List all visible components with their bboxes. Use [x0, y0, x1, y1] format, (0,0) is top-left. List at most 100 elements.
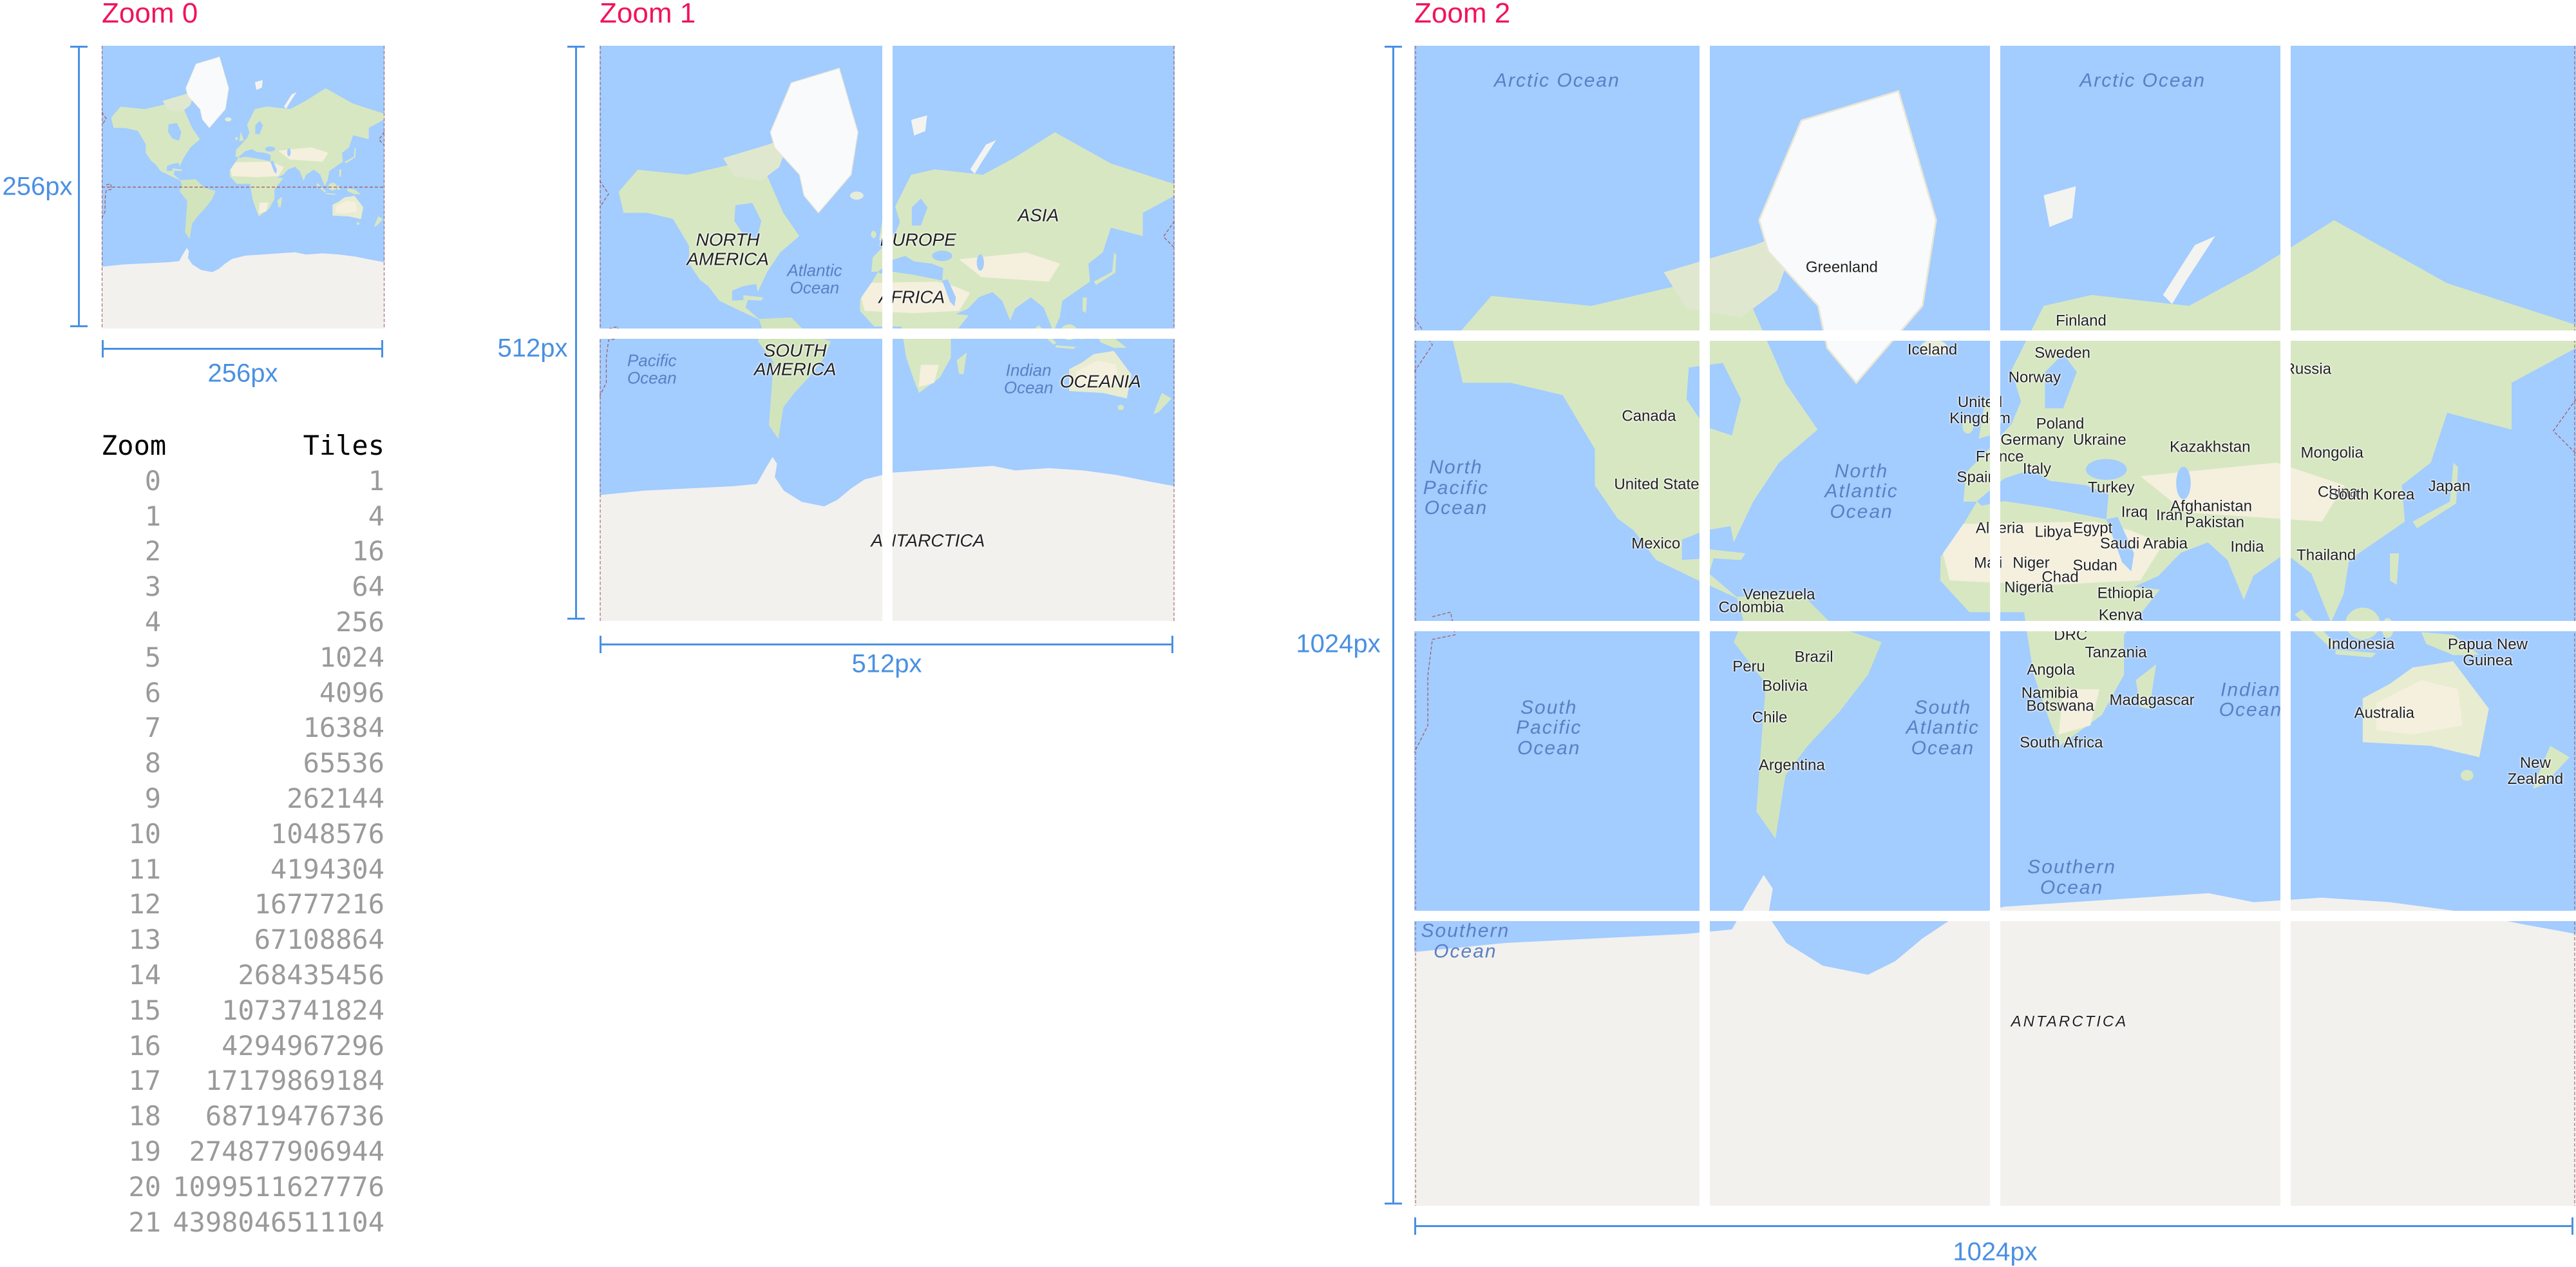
- country-label: United States: [1614, 475, 1707, 493]
- table-row: 2 16: [101, 533, 384, 569]
- tile-count-cell: 16384: [303, 712, 384, 744]
- country-label: Nigeria: [2004, 578, 2054, 596]
- height-dimension-label: 256px: [2, 172, 73, 201]
- table-row: 18 68719476736: [101, 1098, 384, 1134]
- tile-count-cell: 65536: [303, 747, 384, 779]
- country-label: Chile: [1752, 709, 1788, 727]
- ocean-label: South Pacific Ocean: [1516, 696, 1582, 759]
- country-label: Russia: [2284, 360, 2331, 378]
- zoom-level-cell: 6: [144, 676, 161, 709]
- country-label: Brazil: [1794, 648, 1833, 666]
- tile-count-cell: 64: [352, 571, 384, 603]
- country-label: Finland: [2056, 312, 2107, 330]
- zoom-2-map: Arctic Ocean Arctic Ocean Greenland Finland…: [1414, 46, 2576, 1206]
- country-label: Argentina: [1758, 756, 1825, 774]
- country-label: South Korea: [2328, 486, 2415, 504]
- height-dimension-line: [70, 46, 88, 327]
- ocean-label: Indian Ocean: [1003, 360, 1054, 397]
- country-label: Japan: [2428, 477, 2471, 495]
- country-label: Saudi Arabia: [2099, 535, 2188, 553]
- tile-count-cell: 1073741824: [222, 994, 384, 1026]
- table-row: 17 17179869184: [101, 1063, 384, 1098]
- country-label: Peru: [1732, 657, 1765, 675]
- width-dimension-label: 1024px: [1953, 1237, 2038, 1266]
- table-row: 10 1048576: [101, 816, 384, 852]
- country-label: New Zealand: [2507, 754, 2564, 788]
- ocean-label: Southern Ocean: [2027, 856, 2116, 899]
- table-row: 4 256: [101, 604, 384, 640]
- zoom-level-cell: 5: [144, 641, 161, 673]
- zoom-column-header: Zoom: [101, 430, 167, 461]
- table-row: 14: [101, 499, 384, 534]
- table-row: 19 274877906944: [101, 1134, 384, 1169]
- country-label: Norway: [2008, 368, 2061, 386]
- country-label: Ukraine: [2073, 431, 2126, 449]
- tile-count-cell: 67108864: [254, 924, 384, 956]
- height-dimension-line: [1385, 46, 1402, 1205]
- country-label: Iraq: [2121, 503, 2148, 521]
- tile-separator: [600, 328, 1175, 339]
- table-row: 5 1024: [101, 640, 384, 675]
- zoom-0-map: [102, 46, 384, 329]
- country-label: Poland: [2036, 415, 2085, 433]
- country-label: Tanzania: [2085, 643, 2147, 662]
- zoom-level-cell: 17: [128, 1065, 161, 1097]
- country-label: Turkey: [2088, 479, 2135, 497]
- table-header-row: Zoom Tiles: [101, 428, 384, 463]
- zoom-level-cell: 7: [144, 712, 161, 744]
- zoom-level-cell: 9: [144, 783, 161, 814]
- zoom-level-cell: 19: [128, 1136, 161, 1167]
- tiles-column-header: Tiles: [303, 430, 384, 461]
- country-label: Thailand: [2297, 546, 2356, 564]
- zoom-level-cell: 12: [128, 888, 161, 920]
- zoom-level-cell: 10: [128, 817, 161, 850]
- country-label: Madagascar: [2109, 691, 2195, 709]
- tile-count-cell: 274877906944: [189, 1136, 384, 1167]
- zoom-level-cell: 11: [128, 853, 161, 885]
- country-label: Pakistan: [2184, 513, 2244, 531]
- tile-count-cell: 1048576: [270, 817, 384, 850]
- country-label: Libya: [2034, 523, 2072, 541]
- width-dimension-line: [102, 340, 383, 357]
- world-map-tiles: [102, 46, 384, 329]
- table-row: 15 1073741824: [101, 993, 384, 1028]
- tile-count-cell: 68719476736: [205, 1100, 384, 1132]
- zoom-level-cell: 14: [128, 959, 161, 991]
- country-label: Sudan: [2072, 557, 2117, 575]
- zoom-level-cell: 16: [128, 1029, 161, 1062]
- zoom-level-cell: 0: [144, 464, 161, 497]
- tile-count-cell: 1: [368, 464, 384, 497]
- tile-separator: [1414, 910, 2576, 921]
- country-label: Mexico: [1631, 535, 1681, 553]
- country-label: Afghanistan: [2170, 497, 2252, 515]
- tile-count-cell: 4096: [319, 676, 384, 709]
- tile-count-cell: 16: [352, 535, 384, 567]
- table-row: 8 65536: [101, 745, 384, 781]
- tile-count-cell: 4194304: [270, 853, 384, 885]
- country-label: Colombia: [1718, 598, 1784, 616]
- continent-label: NORTH AMERICA: [687, 229, 769, 269]
- country-label: Ethiopia: [2097, 584, 2154, 602]
- height-dimension-label: 1024px: [1296, 629, 1381, 658]
- zoom-level-cell: 1: [144, 500, 161, 532]
- continent-label: ASIA: [1018, 204, 1059, 225]
- country-label: Botswana: [2026, 697, 2094, 715]
- zoom-0-title: Zoom 0: [102, 0, 198, 29]
- zoom-level-cell: 4: [144, 606, 161, 638]
- zoom-level-cell: 21: [128, 1206, 161, 1238]
- country-label: Australia: [2354, 703, 2415, 721]
- tile-count-cell: 16777216: [254, 888, 384, 920]
- ocean-label: Arctic Ocean: [2079, 70, 2206, 91]
- tile-separator: [2280, 46, 2291, 1206]
- continent-label: ANTARCTICA: [2011, 1013, 2128, 1031]
- zoom-level-cell: 13: [128, 924, 161, 956]
- table-row: 14 268435456: [101, 957, 384, 993]
- tile-count-cell: 1024: [319, 641, 384, 673]
- country-label: Indonesia: [2327, 635, 2395, 653]
- height-dimension-label: 512px: [497, 334, 568, 363]
- country-label: Angola: [2027, 661, 2075, 679]
- ocean-label: Southern Ocean: [1421, 920, 1510, 962]
- width-dimension-line: [1414, 1217, 2573, 1235]
- tile-count-cell: 256: [336, 606, 384, 638]
- ocean-label: Pacific Ocean: [627, 350, 677, 388]
